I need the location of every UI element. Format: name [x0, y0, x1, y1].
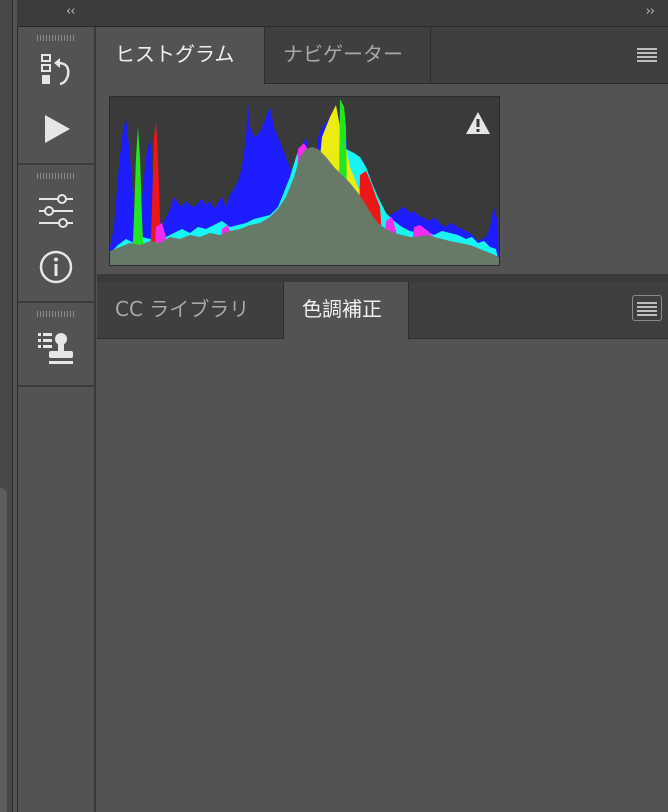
play-icon[interactable]: [36, 109, 76, 149]
divider: [12, 0, 13, 812]
adjustments-tabbar: CC ライブラリ 色調補正: [97, 282, 668, 339]
histogram-luminosity: [110, 147, 499, 265]
dock-group-3: [18, 303, 94, 387]
expand-panels-button[interactable]: ‹‹: [66, 4, 75, 19]
panel-menu-icon[interactable]: [636, 45, 658, 65]
tab-cc-libraries[interactable]: CC ライブラリ: [97, 282, 284, 338]
drag-grip[interactable]: [37, 35, 75, 41]
dock-group-2: [18, 165, 94, 303]
drag-grip[interactable]: [37, 311, 75, 317]
warning-icon[interactable]: [465, 111, 491, 135]
tab-histogram[interactable]: ヒストグラム: [97, 27, 265, 84]
histogram-panel: ヒストグラム ナビゲーター: [97, 27, 668, 278]
panel-menu-icon: [637, 302, 657, 316]
icon-dock: [17, 27, 96, 812]
sliders-icon[interactable]: [36, 191, 76, 231]
collapse-panels-button[interactable]: ››: [646, 4, 655, 19]
clone-stamp-icon[interactable]: [36, 329, 76, 369]
histogram-graph: [109, 96, 500, 266]
panel-dock-header: ‹‹ ››: [17, 0, 668, 27]
histogram-chart: [110, 99, 499, 265]
dock-group-1: [18, 27, 94, 165]
info-icon[interactable]: [36, 247, 76, 287]
workspace-scroll-handle[interactable]: [0, 488, 7, 812]
tab-adjustments[interactable]: 色調補正: [284, 282, 409, 339]
tab-navigator[interactable]: ナビゲーター: [265, 27, 431, 83]
panel-menu-button[interactable]: [632, 295, 662, 321]
photoshop-panel-area: ‹‹ ›› ヒストグラム ナビゲーター CC ライブラリ 色調補正: [0, 0, 668, 812]
adjustments-content: [97, 339, 668, 812]
histogram-tabbar: ヒストグラム ナビゲーター: [97, 27, 668, 84]
adjustments-panel: CC ライブラリ 色調補正: [97, 282, 668, 812]
drag-grip[interactable]: [37, 173, 75, 179]
history-icon[interactable]: [36, 51, 76, 91]
